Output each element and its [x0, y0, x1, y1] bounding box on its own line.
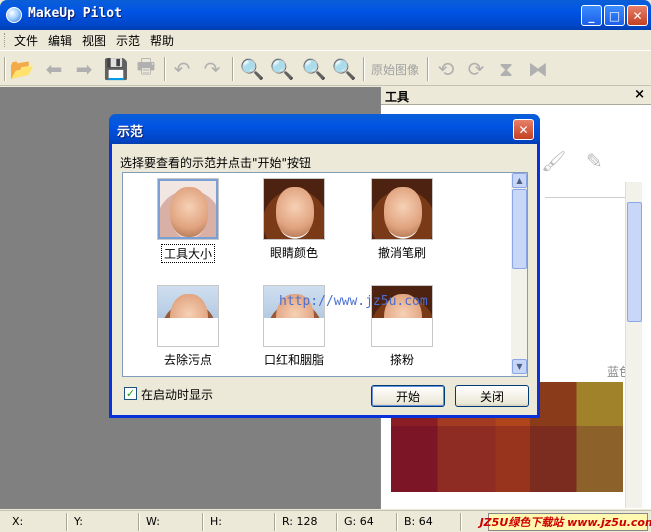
demo-item-label: 口红和胭脂 [263, 353, 324, 367]
status-blue: B: 64 [404, 515, 433, 528]
app-icon [6, 7, 22, 23]
redo-icon[interactable]: ↷ [200, 57, 224, 81]
toolbar-separator [363, 57, 365, 81]
flip-horizontal-icon[interactable]: ⧓ [526, 57, 550, 81]
close-button[interactable]: ✕ [627, 5, 648, 26]
zoom-in-icon[interactable]: 🔍 [240, 57, 265, 81]
show-on-startup-checkbox[interactable]: ✓ [124, 387, 137, 400]
demo-list: 工具大小 眼睛颜色 撤消笔刷 去除污点 口红和胭脂 搽粉 ▲ ▼ [122, 172, 528, 377]
watermark-text: http://www.jz5u.com [279, 294, 428, 309]
demo-item-tool-size[interactable]: 工具大小 [138, 178, 238, 263]
zoom-out-icon[interactable]: 🔍 [270, 57, 295, 81]
status-divider [274, 513, 276, 531]
scroll-up-icon[interactable]: ▲ [512, 173, 527, 188]
demo-thumbnail [371, 178, 433, 240]
toolbar-separator [427, 57, 429, 81]
demo-list-scrollbar[interactable]: ▲ ▼ [511, 173, 527, 376]
status-divider [460, 513, 462, 531]
menu-view[interactable]: 视图 [80, 32, 108, 49]
status-x: X: [12, 515, 24, 528]
demo-dialog-title: 示范 [117, 125, 144, 140]
zoom-fit-icon[interactable]: 🔍 [302, 57, 327, 81]
status-bar: X: Y: W: H: R: 128 G: 64 B: 64 JZ5U绿色下载站… [0, 510, 651, 532]
tools-panel-title: 工具 [385, 90, 410, 104]
forward-arrow-icon[interactable]: ➡ [72, 57, 96, 81]
zoom-actual-icon[interactable]: 🔍 [332, 57, 357, 81]
demo-item-label: 去除污点 [163, 353, 212, 367]
brush-tool-icon[interactable]: 🖌 [541, 149, 566, 173]
menu-grip [4, 33, 7, 47]
demo-dialog-title-bar: 示范 ✕ [109, 114, 540, 144]
window-title: MakeUp Pilot [28, 6, 122, 21]
flip-vertical-icon[interactable]: ⧗ [494, 57, 518, 81]
close-dialog-button[interactable]: 关闭 [455, 385, 529, 407]
menu-file[interactable]: 文件 [12, 32, 40, 49]
toolbar-grip [4, 57, 6, 81]
tools-panel-header: 工具 × [381, 87, 651, 105]
status-height: H: [210, 515, 222, 528]
eraser-tool-icon[interactable]: ✎ [586, 149, 603, 173]
status-divider [336, 513, 338, 531]
rotate-left-icon[interactable]: ⟲ [434, 57, 458, 81]
demo-item-label: 搽粉 [389, 353, 414, 367]
original-image-button[interactable]: 原始图像 [371, 61, 419, 78]
back-arrow-icon[interactable]: ⬅ [42, 57, 66, 81]
demo-thumbnail [157, 285, 219, 347]
status-divider [138, 513, 140, 531]
status-divider [396, 513, 398, 531]
demo-thumbnail [157, 178, 219, 240]
toolbar: 📂 ⬅ ➡ 💾 🖶 ↶ ↷ 🔍 🔍 🔍 🔍 原始图像 ⟲ ⟳ ⧗ ⧓ [0, 50, 651, 86]
demo-list-scroll-thumb[interactable] [512, 189, 527, 269]
save-icon[interactable]: 💾 [104, 57, 129, 81]
print-icon[interactable]: 🖶 [134, 54, 158, 81]
demo-item-undo-brush[interactable]: 撤消笔刷 [352, 178, 452, 261]
undo-icon[interactable]: ↶ [170, 57, 194, 81]
demo-item-label: 眼睛颜色 [269, 246, 318, 260]
demo-item-label: 撤消笔刷 [377, 246, 426, 260]
minimize-button[interactable]: _ [581, 5, 602, 26]
rotate-right-icon[interactable]: ⟳ [464, 57, 488, 81]
demo-item-remove-blemish[interactable]: 去除污点 [138, 285, 238, 368]
tools-panel-scroll-thumb[interactable] [627, 202, 642, 322]
maximize-button[interactable]: □ [604, 5, 625, 26]
tools-panel-scrollbar[interactable] [625, 182, 642, 508]
status-divider [202, 513, 204, 531]
menu-help[interactable]: 帮助 [148, 32, 176, 49]
demo-item-eye-color[interactable]: 眼睛颜色 [244, 178, 344, 261]
demo-dialog: 示范 ✕ 选择要查看的示范并点击"开始"按钮 工具大小 眼睛颜色 撤消笔刷 去除… [109, 114, 540, 418]
show-on-startup-label: 在启动时显示 [141, 388, 214, 402]
menu-demo[interactable]: 示范 [114, 32, 142, 49]
status-red: R: 128 [282, 515, 318, 528]
status-divider [66, 513, 68, 531]
tools-panel-close-icon[interactable]: × [634, 87, 645, 102]
tool-slider-area [545, 197, 625, 357]
start-button[interactable]: 开始 [371, 385, 445, 407]
demo-dialog-close-icon[interactable]: ✕ [513, 119, 534, 140]
toolbar-separator [232, 57, 234, 81]
status-y: Y: [74, 515, 83, 528]
status-green: G: 64 [344, 515, 374, 528]
demo-thumbnail [263, 178, 325, 240]
menu-bar: 文件 编辑 视图 示范 帮助 [0, 30, 651, 50]
toolbar-separator [164, 57, 166, 81]
menu-edit[interactable]: 编辑 [46, 32, 74, 49]
open-folder-icon[interactable]: 📂 [10, 57, 35, 81]
site-badge: JZ5U绿色下载站 www.jz5u.com [480, 513, 651, 531]
scroll-down-icon[interactable]: ▼ [512, 359, 527, 374]
demo-item-label: 工具大小 [160, 244, 215, 263]
status-width: W: [146, 515, 160, 528]
title-bar: MakeUp Pilot _ □ ✕ [0, 0, 651, 30]
demo-instruction: 选择要查看的示范并点击"开始"按钮 [120, 156, 312, 170]
